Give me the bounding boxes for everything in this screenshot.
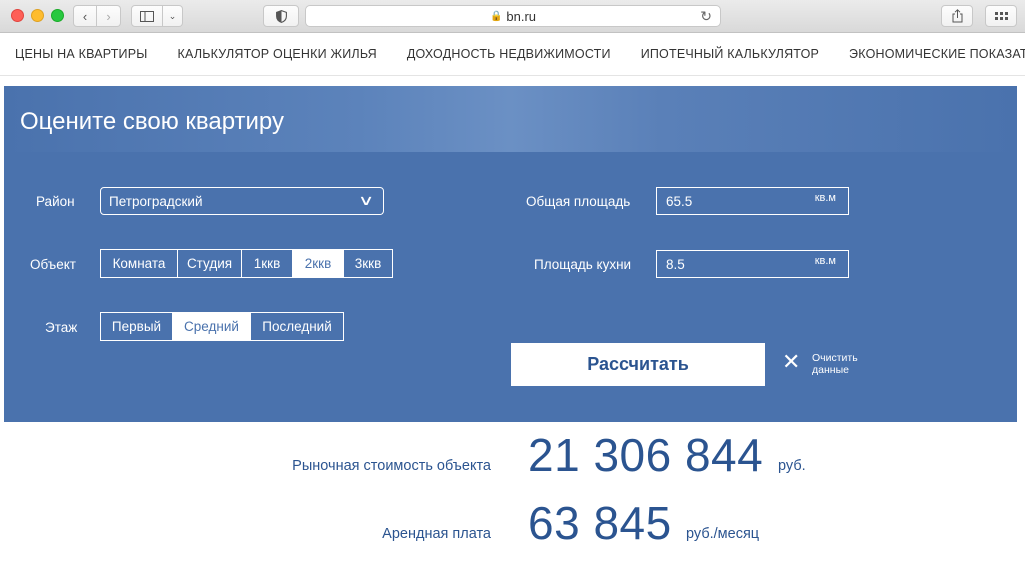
nav-link-prices[interactable]: ЦЕНЫ НА КВАРТИРЫ — [15, 47, 148, 61]
share-button[interactable] — [941, 5, 973, 27]
sidebar-dropdown-button[interactable]: ⌄ — [163, 5, 183, 27]
floor-option-last[interactable]: Последний — [251, 313, 343, 340]
reload-icon[interactable]: ↻ — [700, 8, 712, 25]
forward-button[interactable]: › — [97, 5, 121, 27]
total-area-value: 65.5 — [666, 193, 693, 209]
market-value-amount: 21 306 844 — [528, 429, 764, 481]
close-icon[interactable]: ✕ — [782, 351, 800, 373]
calculate-button[interactable]: Рассчитать — [511, 343, 765, 386]
market-value-unit: руб. — [778, 458, 806, 474]
sidebar-icon — [140, 10, 154, 22]
zoom-window-button[interactable] — [51, 9, 64, 22]
panel-header: Оцените свою квартиру — [4, 86, 1017, 152]
rent-label: Арендная плата — [382, 526, 491, 542]
tab-overview-button[interactable] — [985, 5, 1017, 27]
kitchen-area-unit: кв.м — [814, 255, 836, 267]
privacy-report-button[interactable] — [263, 5, 299, 27]
floor-segmented-control: Первый Средний Последний — [100, 312, 344, 341]
browser-toolbar: ‹ › ⌄ 🔒 bn.ru ↻ — [0, 0, 1025, 33]
rent-unit: руб./месяц — [686, 526, 760, 542]
floor-label: Этаж — [45, 320, 78, 335]
panel-title: Оцените свою квартиру — [20, 108, 285, 135]
sidebar-toggle-button[interactable] — [131, 5, 163, 27]
floor-option-middle[interactable]: Средний — [173, 313, 251, 340]
back-button[interactable]: ‹ — [73, 5, 97, 27]
address-bar[interactable]: 🔒 bn.ru ↻ — [305, 5, 721, 27]
clear-data-button[interactable]: Очистить данные — [812, 352, 872, 376]
object-label: Объект — [30, 257, 76, 272]
total-area-unit: кв.м — [814, 192, 836, 204]
rent-amount: 63 845 — [528, 497, 672, 549]
site-nav: ЦЕНЫ НА КВАРТИРЫ КАЛЬКУЛЯТОР ОЦЕНКИ ЖИЛЬ… — [0, 33, 1025, 76]
kitchen-area-input[interactable]: 8.5 кв.м — [656, 250, 849, 278]
object-option-room[interactable]: Комната — [101, 250, 178, 277]
object-option-3room[interactable]: 3ккв — [344, 250, 392, 277]
minimize-window-button[interactable] — [31, 9, 44, 22]
district-label: Район — [36, 194, 75, 209]
url-text: bn.ru — [506, 8, 537, 24]
nav-link-valuation-calculator[interactable]: КАЛЬКУЛЯТОР ОЦЕНКИ ЖИЛЬЯ — [178, 47, 377, 61]
total-area-label: Общая площадь — [526, 194, 631, 209]
chevron-down-icon: ∨ — [357, 192, 375, 208]
object-option-2room[interactable]: 2ккв — [293, 250, 344, 277]
total-area-input[interactable]: 65.5 кв.м — [656, 187, 849, 215]
shield-icon — [275, 9, 287, 23]
object-segmented-control: Комната Студия 1ккв 2ккв 3ккв — [100, 249, 393, 278]
object-option-studio[interactable]: Студия — [178, 250, 242, 277]
object-option-1room[interactable]: 1ккв — [242, 250, 293, 277]
lock-icon: 🔒 — [489, 10, 503, 22]
chevron-down-icon: ⌄ — [168, 10, 177, 21]
grid-icon — [994, 12, 1008, 20]
chevron-right-icon: › — [106, 8, 111, 24]
close-window-button[interactable] — [11, 9, 24, 22]
kitchen-area-label: Площадь кухни — [534, 257, 632, 272]
nav-link-yield[interactable]: ДОХОДНОСТЬ НЕДВИЖИМОСТИ — [407, 47, 611, 61]
market-value-label: Рыночная стоимость объекта — [292, 458, 491, 474]
floor-option-first[interactable]: Первый — [101, 313, 173, 340]
kitchen-area-value: 8.5 — [666, 256, 685, 272]
chevron-left-icon: ‹ — [82, 8, 88, 24]
nav-link-mortgage-calculator[interactable]: ИПОТЕЧНЫЙ КАЛЬКУЛЯТОР — [641, 47, 819, 61]
nav-link-economic-indicators[interactable]: ЭКОНОМИЧЕСКИЕ ПОКАЗАТЕЛИ РФ — [849, 47, 1025, 61]
calculator-panel: Оцените свою квартиру Район Петроградски… — [4, 86, 1017, 422]
district-select[interactable]: Петроградский ∨ — [100, 187, 384, 215]
district-value: Петроградский — [109, 193, 203, 209]
share-icon — [952, 9, 962, 23]
